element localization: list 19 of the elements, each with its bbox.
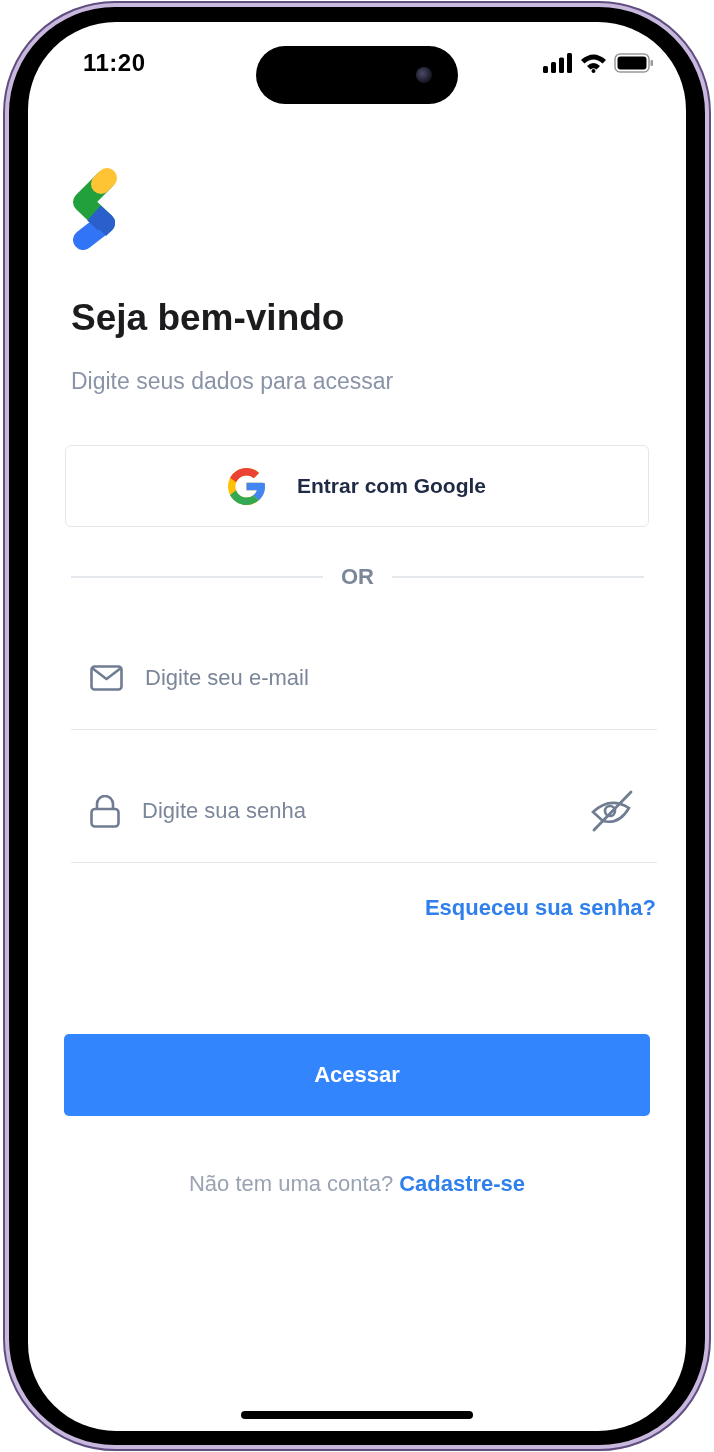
google-signin-button[interactable]: Entrar com Google [65,445,649,527]
status-time: 11:20 [83,49,146,77]
signal-icon [543,53,573,73]
google-g-icon [228,467,265,505]
logo-icon [71,168,117,250]
hide-password-button[interactable] [591,790,633,832]
signup-link[interactable]: Cadastre-se [399,1170,526,1198]
signup-prompt: Não tem uma conta? [188,1170,394,1198]
password-field[interactable]: Digite sua senha [142,798,569,824]
mail-icon [90,665,123,691]
forgot-password-link[interactable]: Esqueceu sua senha? [424,894,656,922]
lock-icon [90,794,120,828]
wifi-icon [580,53,607,73]
login-button[interactable]: Acessar [64,1034,650,1116]
or-divider-label: OR [341,564,374,590]
welcome-title: Seja bem-vindo [71,296,346,340]
battery-icon [614,53,654,73]
welcome-subtitle: Digite seus dados para acessar [71,367,395,396]
email-field[interactable]: Digite seu e-mail [145,665,633,691]
